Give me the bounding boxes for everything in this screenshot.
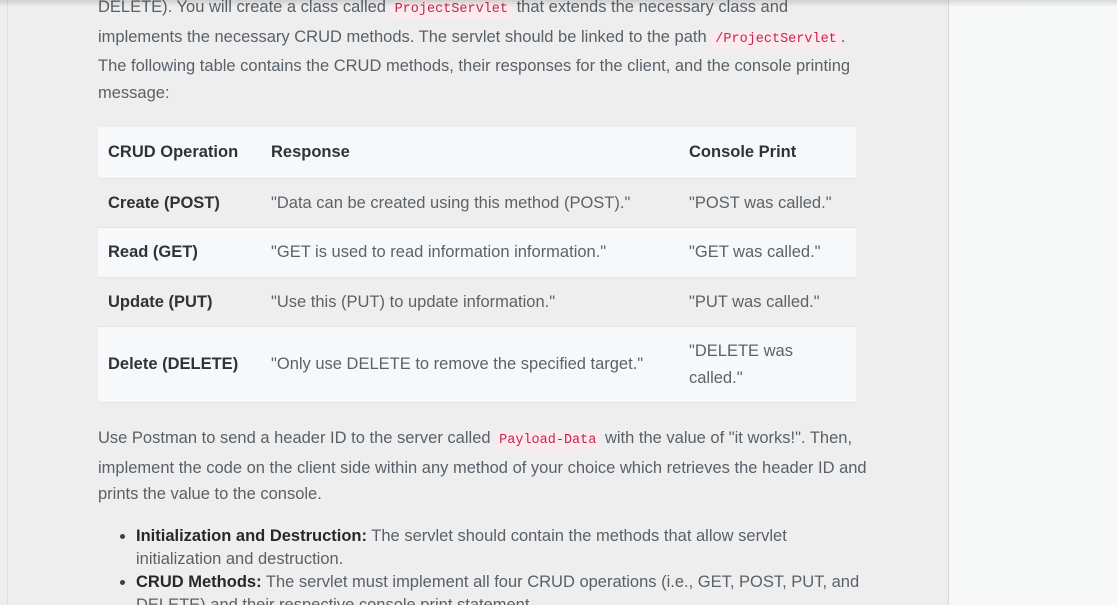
cell-console: "POST was called." (679, 178, 856, 228)
code-payload-data-header: Payload-Data (495, 432, 601, 450)
intro-text-segment-1: DELETE). You will create a class called (98, 0, 391, 16)
cell-operation: Create (POST) (98, 178, 261, 228)
column-header-response: Response (261, 127, 679, 179)
cell-response: "Use this (PUT) to update information." (261, 277, 679, 327)
requirement-label: CRUD Methods: (136, 572, 262, 591)
list-item: CRUD Methods: The servlet must implement… (120, 571, 868, 605)
table-header-row: CRUD Operation Response Console Print (98, 127, 856, 179)
cell-console: "DELETE was called." (679, 326, 856, 403)
requirement-label: Initialization and Destruction: (136, 526, 368, 545)
column-header-console-print: Console Print (679, 127, 856, 179)
column-header-crud-operation: CRUD Operation (98, 127, 261, 179)
intro-paragraph: DELETE). You will create a class called … (98, 0, 868, 106)
list-item: Initialization and Destruction: The serv… (120, 525, 868, 571)
requirements-list: Initialization and Destruction: The serv… (98, 525, 868, 605)
table-row: Read (GET) "GET is used to read informat… (98, 227, 856, 278)
left-gutter-rule (7, 0, 8, 605)
cell-operation: Delete (DELETE) (98, 326, 261, 403)
document-content: DELETE). You will create a class called … (98, 0, 868, 605)
cell-response: "Data can be created using this method (… (261, 178, 679, 228)
page-viewport: DELETE). You will create a class called … (0, 0, 1117, 605)
postman-paragraph: Use Postman to send a header ID to the s… (98, 425, 868, 508)
table-row: Delete (DELETE) "Only use DELETE to remo… (98, 326, 856, 403)
code-projectservlet-class: ProjectServlet (390, 1, 512, 19)
cell-console: "GET was called." (679, 227, 856, 278)
postman-text-segment-1: Use Postman to send a header ID to the s… (98, 429, 496, 447)
right-side-pane (948, 0, 1117, 605)
table-row: Create (POST) "Data can be created using… (98, 178, 856, 228)
bullet-icon (120, 533, 125, 539)
cell-operation: Update (PUT) (98, 277, 261, 327)
cell-console: "PUT was called." (679, 277, 856, 327)
cell-operation: Read (GET) (98, 227, 261, 278)
table-row: Update (PUT) "Use this (PUT) to update i… (98, 277, 856, 327)
cell-response: "Only use DELETE to remove the specified… (261, 326, 679, 403)
code-projectservlet-path: /ProjectServlet (711, 30, 841, 49)
crud-operations-table: CRUD Operation Response Console Print Cr… (98, 127, 856, 403)
cell-response: "GET is used to read information informa… (261, 227, 679, 278)
bullet-icon (120, 579, 125, 585)
